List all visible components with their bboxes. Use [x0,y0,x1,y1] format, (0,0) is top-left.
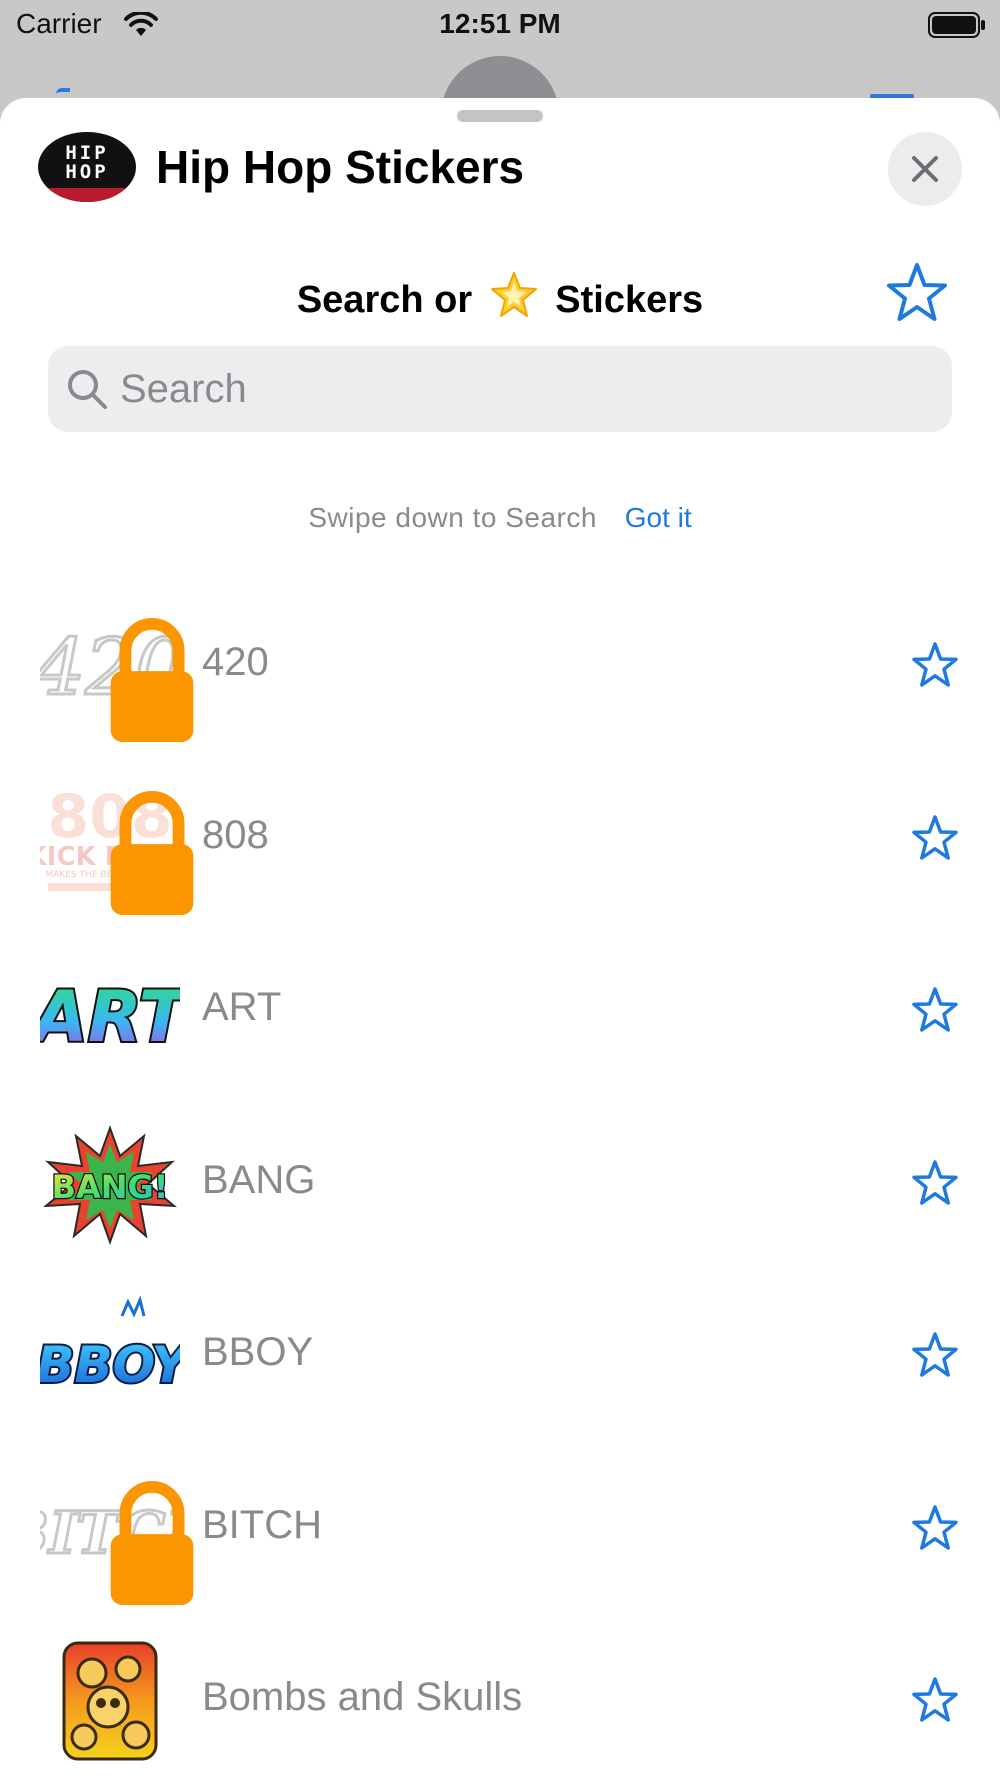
bang-burst-image: BANG! [43,1124,177,1245]
search-input[interactable] [120,346,920,432]
search-heading-prefix: Search or [296,279,473,321]
favorite-star-icon[interactable] [910,640,960,690]
search-icon [68,370,107,409]
app-logo: HIP HOP [38,132,136,202]
glowing-star-icon [490,272,537,317]
graffiti-art-image: ART [40,974,180,1060]
svg-text:BBOY: BBOY [40,1336,180,1394]
logo-text: HIP HOP [38,144,136,182]
app-header: HIP HOP Hip Hop Stickers [0,98,1000,228]
lock-icon [110,1480,194,1605]
app-title: Hip Hop Stickers [156,141,525,193]
favorite-star-icon[interactable] [910,1503,960,1553]
sticker-label: 808 [202,812,269,857]
status-bar: Carrier 12:51 PM [0,0,1000,52]
sticker-thumbnail-art: ART [40,949,180,1073]
favorite-star-icon[interactable] [910,985,960,1035]
sticker-label: Bombs and Skulls [202,1675,523,1719]
favorite-star-icon[interactable] [910,1675,960,1725]
close-icon [912,156,938,182]
sticker-row-bitch[interactable]: BITCH BITCH [0,1443,1000,1616]
sticker-row-bang[interactable]: BANG! BANG [0,1098,1000,1271]
swipe-hint-text: Swipe down to Search [308,502,597,533]
svg-text:ART: ART [40,976,180,1058]
sticker-thumbnail-bang: BANG! [40,1122,180,1246]
svg-text:BANG!: BANG! [52,1168,169,1206]
close-button[interactable] [888,132,962,206]
search-heading: Search or Stickers [0,270,1000,322]
battery-full-icon [928,12,985,38]
favorites-star-icon[interactable] [884,260,950,326]
sticker-label: BBOY [202,1330,314,1374]
sticker-row-808[interactable]: 808 KICK DRUM MAKES THE BEAT GET DUMB 80… [0,753,1000,926]
sticker-thumbnail-420: 420 [40,604,194,742]
search-bar[interactable] [48,346,952,432]
sticker-thumbnail-808: 808 KICK DRUM MAKES THE BEAT GET DUMB [40,777,194,915]
sticker-row-art[interactable]: ART ART [0,925,1000,1098]
sticker-thumbnail-bboy: BBOY [40,1294,180,1418]
lock-icon [110,618,194,742]
sticker-row-bboy[interactable]: BBOY BBOY [0,1270,1000,1443]
sticker-list: 420 420 808 KICK DRUM MAKES THE BEAT GET… [0,580,1000,1778]
logo-text-content: HIP HOP [65,142,109,183]
sticker-row-bombs-and-skulls[interactable]: Bombs and Skulls [0,1615,1000,1778]
sticker-label: BANG [202,1157,316,1202]
search-header: Search or Stickers [0,258,1000,330]
got-it-button[interactable]: Got it [625,502,692,533]
bombs-and-skulls-image [62,1641,158,1761]
sticker-label: 420 [202,640,269,684]
lock-icon [110,790,194,915]
favorite-star-icon[interactable] [910,813,960,863]
favorite-star-icon[interactable] [910,1158,960,1208]
sticker-thumbnail-bombs-and-skulls [40,1639,180,1763]
sticker-thumbnail-bitch: BITCH [40,1467,194,1605]
sticker-label: BITCH [202,1502,322,1547]
clock: 12:51 PM [439,8,561,39]
graffiti-bboy-image: BBOY [40,1295,180,1396]
search-heading-suffix: Stickers [555,279,704,321]
sticker-label: ART [202,985,282,1029]
favorite-star-icon[interactable] [910,1330,960,1380]
swipe-hint: Swipe down to Search Got it [0,502,1000,534]
logo-band [38,188,136,202]
sticker-row-420[interactable]: 420 420 [0,580,1000,753]
sticker-sheet: HIP HOP Hip Hop Stickers Search or Stick… [0,98,1000,1778]
